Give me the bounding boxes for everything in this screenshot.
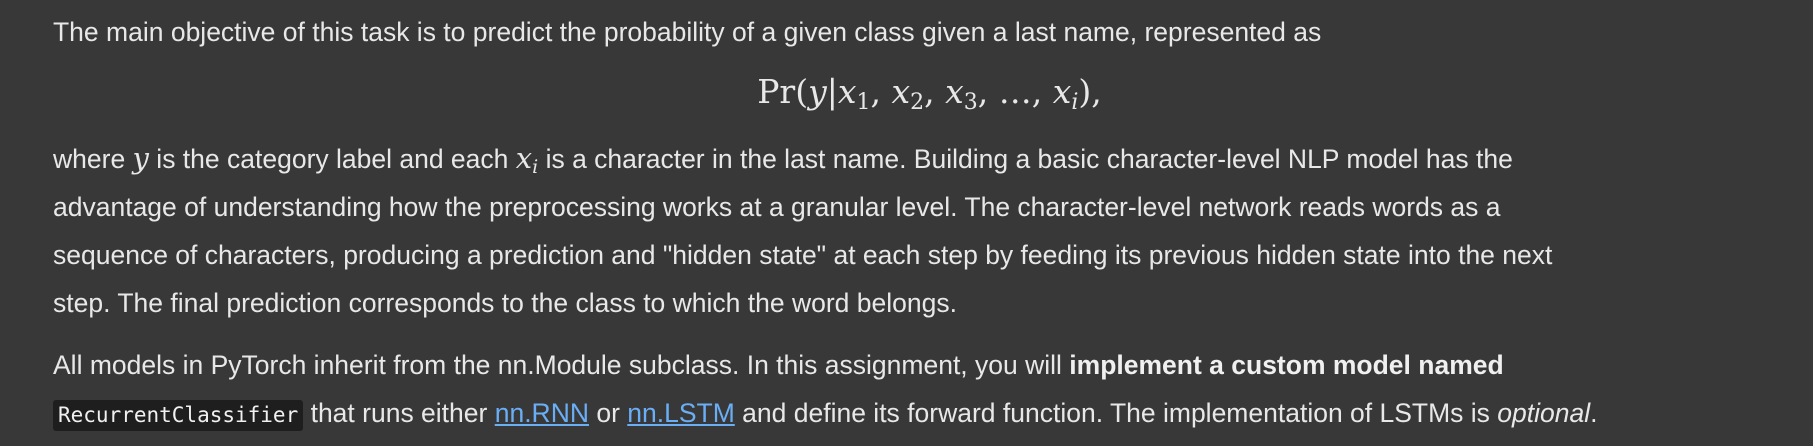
- formula-comma3: ,: [977, 72, 989, 111]
- formula-open: (: [795, 72, 809, 111]
- formula-x1: x: [837, 72, 857, 111]
- recurrent-classifier-code: RecurrentClassifier: [53, 400, 304, 431]
- description-line-4: step. The final prediction corresponds t…: [53, 288, 957, 318]
- formula-sub3: 3: [963, 90, 978, 115]
- category-text: is the category label and each: [148, 144, 516, 174]
- formula-x3: x: [945, 72, 964, 111]
- formula-comma2: ,: [924, 72, 935, 111]
- assignment-paragraph: All models in PyTorch inherit from the n…: [53, 341, 1813, 439]
- description-line-3: sequence of characters, producing a pred…: [53, 240, 1553, 270]
- assignment-end: .: [1590, 398, 1598, 428]
- formula-x2: x: [891, 72, 911, 111]
- assignment-line-2: RecurrentClassifier that runs either nn.…: [53, 389, 1813, 439]
- description-line-2: advantage of understanding how the prepr…: [53, 192, 1501, 222]
- formula-xi: x: [1052, 72, 1072, 111]
- assignment-mid3: and define its forward function. The imp…: [734, 398, 1498, 428]
- assignment-mid1: that runs either: [303, 398, 495, 428]
- formula-comma4: ,: [1031, 72, 1043, 111]
- assignment-bold: implement a custom model named: [1069, 350, 1504, 380]
- optional-italic: optional: [1497, 398, 1591, 428]
- formula-sub1: 1: [856, 90, 871, 115]
- formula-close: ),: [1078, 72, 1102, 111]
- where-text: where: [53, 144, 133, 174]
- formula-dots: …: [998, 72, 1032, 111]
- probability-formula: Pr(y|x1, x2, x3, …, xi),: [53, 70, 1806, 114]
- assignment-line-1: All models in PyTorch inherit from the n…: [53, 341, 1813, 389]
- intro-text: The main objective of this task is to pr…: [53, 17, 1322, 47]
- formula-bar: |: [826, 72, 838, 111]
- formula-func: Pr: [757, 72, 796, 111]
- nn-rnn-link[interactable]: nn.RNN: [495, 398, 589, 428]
- formula-sub2: 2: [910, 90, 925, 115]
- inline-math-xi: xi: [515, 141, 538, 177]
- inline-x: x: [515, 141, 533, 175]
- description-line-1-rest: is a character in the last name. Buildin…: [538, 144, 1513, 174]
- description-paragraph: where y is the category label and each x…: [53, 134, 1803, 327]
- nn-lstm-link[interactable]: nn.LSTM: [627, 398, 735, 428]
- formula-comma1: ,: [870, 72, 881, 111]
- assignment-mid2: or: [588, 398, 628, 428]
- intro-paragraph: The main objective of this task is to pr…: [53, 12, 1321, 52]
- assignment-start: All models in PyTorch inherit from the n…: [53, 350, 1070, 380]
- description-line-1: where y is the category label and each x…: [53, 134, 1803, 183]
- inline-math-y: y: [132, 141, 149, 175]
- formula-y: y: [808, 72, 827, 111]
